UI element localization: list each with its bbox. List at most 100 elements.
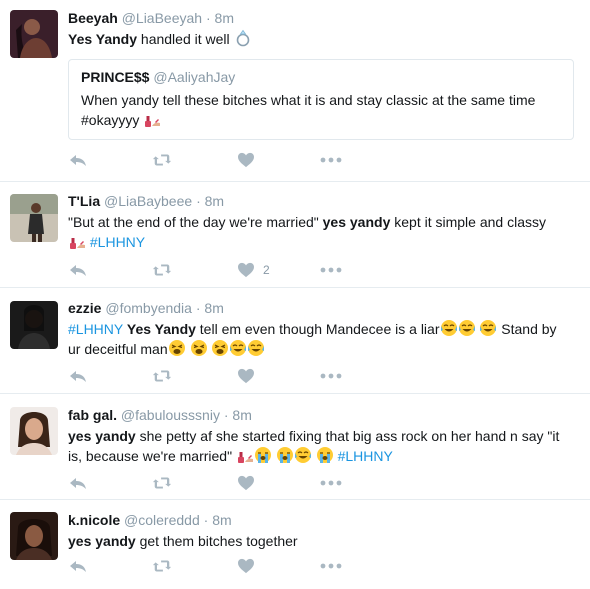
- quote-display-name: PRINCE$$: [81, 69, 150, 85]
- text-post: kept it simple and classy: [390, 214, 546, 230]
- quote-text: When yandy tell these bitches what it is…: [81, 90, 561, 130]
- tweet-actions: [68, 366, 404, 386]
- timestamp[interactable]: 8m: [232, 407, 251, 423]
- retweet-button[interactable]: [152, 366, 236, 386]
- like-icon: [236, 558, 256, 574]
- display-name[interactable]: Beeyah: [68, 10, 118, 26]
- like-button[interactable]: 2: [236, 260, 320, 280]
- tweet-text: Yes Yandy handled it well: [68, 29, 576, 49]
- more-icon: [320, 267, 342, 273]
- display-name[interactable]: ezzie: [68, 300, 101, 316]
- text-bold: yes yandy: [68, 428, 136, 444]
- reply-button[interactable]: [68, 556, 152, 576]
- quote-username: @AaliyahJay: [153, 69, 236, 85]
- text-bold: Yes Yandy: [126, 321, 196, 337]
- tweet-header: T'Lia @LiaBaybeee · 8m: [68, 192, 576, 210]
- more-button[interactable]: [320, 556, 404, 576]
- weary-emoji: [190, 339, 208, 357]
- tweet-tlia[interactable]: T'Lia @LiaBaybeee · 8m "But at the end o…: [0, 182, 590, 288]
- separator-dot: ·: [223, 407, 229, 423]
- tweet-text: "But at the end of the day we're married…: [68, 212, 576, 252]
- hashtag-link[interactable]: #LHHNY: [68, 321, 123, 337]
- more-icon: [320, 373, 342, 379]
- display-name[interactable]: fab gal.: [68, 407, 117, 423]
- timestamp[interactable]: 8m: [204, 300, 223, 316]
- timeline: Beeyah @LiaBeeyah · 8m Yes Yandy handled…: [0, 0, 590, 589]
- like-button[interactable]: [236, 150, 320, 170]
- tweet-header: k.nicole @colereddd · 8m: [68, 511, 576, 529]
- retweet-icon: [152, 558, 172, 574]
- reply-button[interactable]: [68, 260, 152, 280]
- avatar[interactable]: [10, 194, 58, 242]
- tweet-knicole[interactable]: k.nicole @colereddd · 8m yes yandy get t…: [0, 500, 590, 589]
- retweet-icon: [152, 152, 172, 168]
- quote-line-2: #okayyyy: [81, 110, 561, 130]
- retweet-icon: [152, 262, 172, 278]
- username[interactable]: @fombyendia: [105, 300, 192, 316]
- nail-polish-emoji: [236, 446, 254, 464]
- reply-icon: [68, 262, 88, 278]
- reply-button[interactable]: [68, 150, 152, 170]
- retweet-button[interactable]: [152, 260, 236, 280]
- username[interactable]: @LiaBaybeee: [104, 193, 192, 209]
- timestamp[interactable]: 8m: [205, 193, 224, 209]
- username[interactable]: @fabulousssniy: [121, 407, 220, 423]
- reply-button[interactable]: [68, 473, 152, 493]
- text-bold: yes yandy: [68, 533, 136, 549]
- tweet-ezzie[interactable]: ezzie @fombyendia · 8m #LHHNY Yes Yandy …: [0, 288, 590, 394]
- separator-dot: ·: [195, 300, 201, 316]
- retweet-button[interactable]: [152, 150, 236, 170]
- separator-dot: ·: [203, 512, 209, 528]
- tweet-fabgal[interactable]: fab gal. @fabulousssniy · 8m yes yandy s…: [0, 394, 590, 500]
- avatar[interactable]: [10, 301, 58, 349]
- more-icon: [320, 480, 342, 486]
- reply-button[interactable]: [68, 366, 152, 386]
- avatar[interactable]: [10, 10, 58, 58]
- avatar[interactable]: [10, 512, 58, 560]
- timestamp[interactable]: 8m: [215, 10, 234, 26]
- quoted-tweet[interactable]: PRINCE$$ @AaliyahJay When yandy tell the…: [68, 59, 574, 140]
- hashtag-link[interactable]: #LHHNY: [90, 234, 145, 250]
- tweet-text: yes yandy she petty af she started fixin…: [68, 426, 576, 466]
- more-button[interactable]: [320, 260, 404, 280]
- tweet-header: fab gal. @fabulousssniy · 8m: [68, 406, 576, 424]
- crying-emoji: [254, 446, 272, 464]
- text-pre: "But at the end of the day we're married…: [68, 214, 323, 230]
- like-button[interactable]: [236, 366, 320, 386]
- tweet-actions: 2: [68, 260, 404, 280]
- more-button[interactable]: [320, 150, 404, 170]
- quote-line-1: When yandy tell these bitches what it is…: [81, 92, 536, 108]
- like-button[interactable]: [236, 473, 320, 493]
- separator-dot: ·: [196, 193, 201, 209]
- display-name[interactable]: k.nicole: [68, 512, 120, 528]
- weary-emoji: [168, 339, 186, 357]
- display-name[interactable]: T'Lia: [68, 193, 100, 209]
- reply-icon: [68, 558, 88, 574]
- username[interactable]: @LiaBeeyah: [122, 10, 202, 26]
- tweet-beeyah[interactable]: Beeyah @LiaBeeyah · 8m Yes Yandy handled…: [0, 0, 590, 182]
- retweet-icon: [152, 475, 172, 491]
- tweet-text: #LHHNY Yes Yandy tell em even though Man…: [68, 319, 576, 359]
- more-button[interactable]: [320, 366, 404, 386]
- like-count: 2: [263, 263, 270, 277]
- retweet-button[interactable]: [152, 556, 236, 576]
- more-icon: [320, 157, 342, 163]
- nail-polish-emoji: [68, 232, 86, 250]
- text-mid: tell em even though Mandecee is a liar: [195, 321, 440, 337]
- like-icon: [236, 368, 256, 384]
- hashtag-link[interactable]: #LHHNY: [338, 448, 393, 464]
- more-button[interactable]: [320, 473, 404, 493]
- tweet-actions: [68, 473, 404, 493]
- weary-emoji: [211, 339, 229, 357]
- tweet-text: yes yandy get them bitches together: [68, 531, 576, 551]
- like-button[interactable]: [236, 556, 320, 576]
- tears-of-joy-emoji: [458, 319, 476, 337]
- tears-of-joy-emoji: [440, 319, 458, 337]
- username[interactable]: @colereddd: [124, 512, 200, 528]
- text-mid-2: Stand by: [497, 321, 557, 337]
- retweet-button[interactable]: [152, 473, 236, 493]
- avatar[interactable]: [10, 407, 58, 455]
- timestamp[interactable]: 8m: [212, 512, 231, 528]
- quote-hashtag-text: #okayyyy: [81, 112, 140, 128]
- like-icon: [236, 475, 256, 491]
